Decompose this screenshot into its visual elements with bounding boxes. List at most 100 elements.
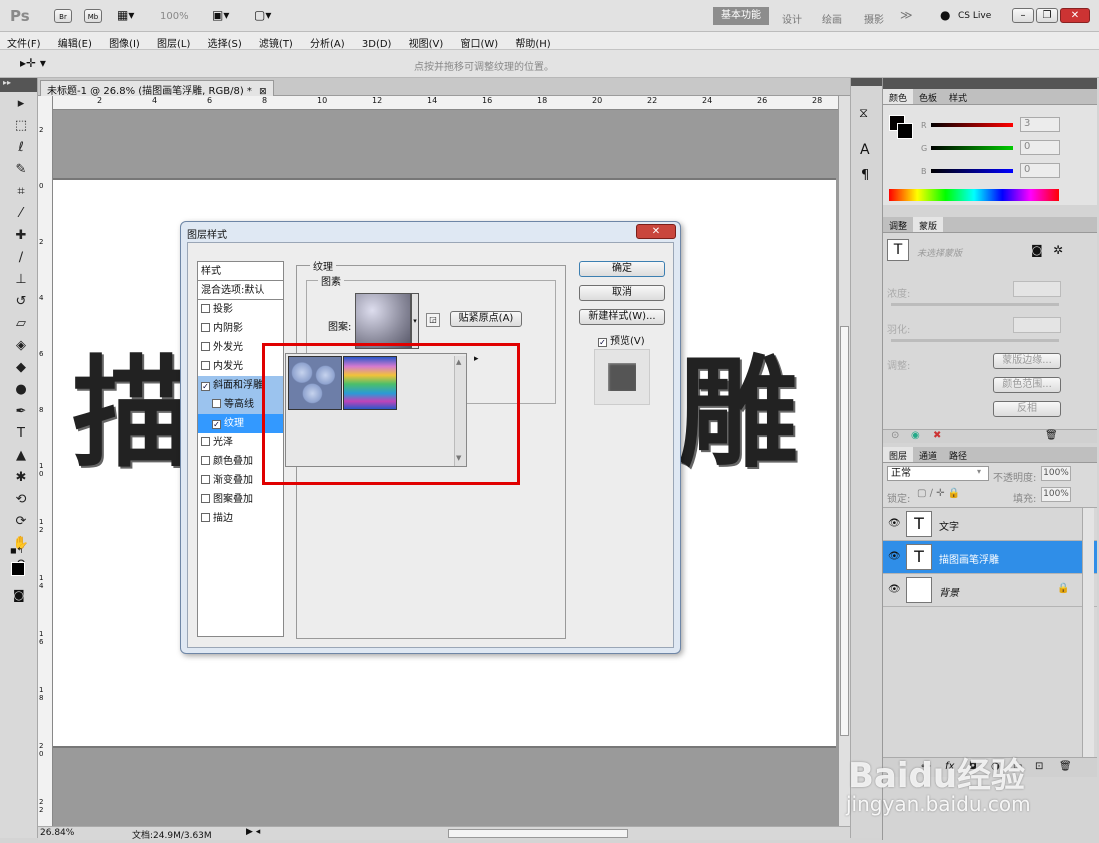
dialog-close-button[interactable]: ✕ bbox=[636, 224, 676, 239]
toolbox-header[interactable]: ▸▸ bbox=[0, 78, 37, 92]
lasso-tool-icon[interactable]: ℓ bbox=[10, 138, 32, 158]
menu-3d[interactable]: 3D(D) bbox=[362, 39, 392, 50]
menu-filter[interactable]: 滤镜(T) bbox=[259, 35, 293, 50]
menu-file[interactable]: 文件(F) bbox=[7, 35, 41, 50]
arrange-docs-icon[interactable]: ▣▾ bbox=[212, 8, 229, 22]
tab-layers[interactable]: 图层 bbox=[883, 447, 914, 462]
move-tool-icon[interactable]: ▸ bbox=[10, 94, 32, 114]
vector-mask-icon[interactable]: ✲ bbox=[1053, 243, 1063, 257]
color-r-slider[interactable] bbox=[931, 123, 1013, 127]
checkbox-checked-icon[interactable]: ✓ bbox=[598, 338, 607, 347]
status-menu-arrow-icon[interactable]: ▶ ◂ bbox=[246, 827, 260, 837]
style-item-pattern-overlay[interactable]: 图案叠加 bbox=[198, 490, 283, 509]
checkbox[interactable] bbox=[201, 323, 210, 332]
layer-visibility-icon[interactable]: 👁 bbox=[888, 518, 901, 529]
layer-row-background[interactable]: 👁 背景 🔒 bbox=[883, 574, 1097, 607]
layer-row-text[interactable]: 👁 T 文字 bbox=[883, 508, 1097, 541]
character-panel-icon[interactable]: A bbox=[860, 142, 870, 158]
view-mask-icon[interactable]: ◉ bbox=[911, 430, 920, 441]
checkbox[interactable] bbox=[201, 342, 210, 351]
tab-adjustments[interactable]: 调整 bbox=[883, 217, 913, 232]
disable-mask-icon[interactable]: ✖ bbox=[933, 430, 941, 441]
tab-swatches[interactable]: 色板 bbox=[913, 89, 943, 104]
3d-rotate-tool-icon[interactable]: ⟲ bbox=[10, 490, 32, 510]
paragraph-panel-icon[interactable]: ¶ bbox=[861, 168, 869, 183]
layer-name[interactable]: 描图画笔浮雕 bbox=[939, 551, 999, 566]
tab-channels[interactable]: 通道 bbox=[913, 447, 943, 462]
tab-masks[interactable]: 蒙版 bbox=[913, 217, 944, 232]
checkbox-checked-icon[interactable]: ✓ bbox=[201, 382, 210, 391]
lock-icons[interactable]: ▢ ∕ ✛ 🔒 bbox=[917, 488, 960, 499]
preview-checkbox[interactable]: ✓ 预览(V) bbox=[598, 332, 645, 347]
mask-density-slider[interactable] bbox=[891, 303, 1059, 306]
menu-view[interactable]: 视图(V) bbox=[409, 35, 444, 50]
menu-select[interactable]: 选择(S) bbox=[208, 35, 242, 50]
style-item-drop-shadow[interactable]: 投影 bbox=[198, 300, 283, 319]
move-tool-preset-icon[interactable]: ▸✛ ▾ bbox=[20, 56, 46, 70]
color-bg-swatch[interactable] bbox=[897, 123, 913, 139]
pen-tool-icon[interactable]: ✒ bbox=[10, 402, 32, 422]
brush-tool-icon[interactable]: ∕ bbox=[10, 248, 32, 268]
invert-button[interactable]: 反相 bbox=[993, 401, 1061, 417]
minimize-button[interactable]: – bbox=[1012, 8, 1034, 23]
ok-button[interactable]: 确定 bbox=[579, 261, 665, 277]
workspace-painting[interactable]: 绘画 bbox=[822, 11, 842, 26]
blend-options-item[interactable]: 混合选项:默认 bbox=[198, 281, 283, 300]
delete-layer-icon[interactable]: 🗑 bbox=[1059, 761, 1072, 772]
close-button[interactable]: ✕ bbox=[1060, 8, 1090, 23]
horizontal-scroll-thumb[interactable] bbox=[448, 829, 628, 838]
tab-color[interactable]: 颜色 bbox=[883, 89, 914, 104]
path-select-tool-icon[interactable]: ▲ bbox=[10, 446, 32, 466]
mask-feather-field[interactable] bbox=[1013, 317, 1061, 333]
mask-density-field[interactable] bbox=[1013, 281, 1061, 297]
screen-mode-icon[interactable]: ▢▾ bbox=[254, 8, 271, 22]
styles-header[interactable]: 样式 bbox=[198, 262, 283, 281]
minibridge-icon[interactable]: Mb bbox=[84, 9, 102, 23]
quick-select-tool-icon[interactable]: ✎ bbox=[10, 160, 32, 180]
quick-mask-icon[interactable]: ◙ bbox=[13, 588, 25, 602]
history-brush-tool-icon[interactable]: ↺ bbox=[10, 292, 32, 312]
tab-styles[interactable]: 样式 bbox=[943, 89, 973, 104]
color-r-value[interactable]: 3 bbox=[1020, 117, 1060, 132]
view-extras-icon[interactable]: ▦▾ bbox=[117, 8, 134, 22]
checkbox[interactable] bbox=[201, 361, 210, 370]
style-item-inner-shadow[interactable]: 内阴影 bbox=[198, 319, 283, 338]
document-tab[interactable]: 未标题-1 @ 26.8% (描图画笔浮雕, RGB/8) * ⊠ bbox=[40, 80, 274, 97]
checkbox[interactable] bbox=[201, 456, 210, 465]
checkbox[interactable] bbox=[201, 475, 210, 484]
cancel-button[interactable]: 取消 bbox=[579, 285, 665, 301]
mask-edge-button[interactable]: 蒙版边缘... bbox=[993, 353, 1061, 369]
eraser-tool-icon[interactable]: ▱ bbox=[10, 314, 32, 334]
history-panel-icon[interactable]: ⧖ bbox=[859, 106, 868, 121]
eyedropper-tool-icon[interactable]: ⁄ bbox=[10, 204, 32, 224]
layer-row-selected[interactable]: 👁 T 描图画笔浮雕 bbox=[883, 541, 1097, 574]
pixel-mask-icon[interactable]: ◙ bbox=[1031, 243, 1043, 257]
more-workspaces-icon[interactable]: ≫ bbox=[900, 8, 913, 22]
checkbox[interactable] bbox=[212, 399, 221, 408]
new-preset-icon[interactable]: ◲ bbox=[426, 313, 440, 327]
menu-analysis[interactable]: 分析(A) bbox=[310, 35, 345, 50]
delete-mask-icon[interactable]: 🗑 bbox=[1045, 430, 1058, 441]
layer-visibility-icon[interactable]: 👁 bbox=[888, 584, 901, 595]
color-spectrum-bar[interactable] bbox=[889, 189, 1059, 201]
style-item-stroke[interactable]: 描边 bbox=[198, 509, 283, 528]
workspace-photography[interactable]: 摄影 bbox=[864, 11, 884, 26]
color-g-value[interactable]: 0 bbox=[1020, 140, 1060, 155]
fill-field[interactable]: 100% bbox=[1041, 487, 1071, 502]
layer-name[interactable]: 背景 bbox=[939, 584, 959, 599]
pattern-swatch[interactable] bbox=[355, 293, 411, 349]
status-zoom[interactable]: 26.84% bbox=[40, 828, 74, 838]
bridge-icon[interactable]: Br bbox=[54, 9, 72, 23]
checkbox[interactable] bbox=[201, 304, 210, 313]
vertical-scroll-thumb[interactable] bbox=[840, 326, 849, 736]
blur-tool-icon[interactable]: ◆ bbox=[10, 358, 32, 378]
foreground-color-swatch[interactable] bbox=[11, 562, 25, 576]
checkbox[interactable] bbox=[201, 437, 210, 446]
mask-feather-slider[interactable] bbox=[891, 339, 1059, 342]
paint-bucket-tool-icon[interactable]: ◈ bbox=[10, 336, 32, 356]
default-colors-icon[interactable]: ◼↰ bbox=[10, 546, 23, 555]
new-layer-icon[interactable]: ⊡ bbox=[1035, 761, 1043, 772]
type-tool-icon[interactable]: T bbox=[10, 424, 32, 444]
checkbox-checked-icon[interactable]: ✓ bbox=[212, 420, 221, 429]
menu-layer[interactable]: 图层(L) bbox=[157, 35, 190, 50]
